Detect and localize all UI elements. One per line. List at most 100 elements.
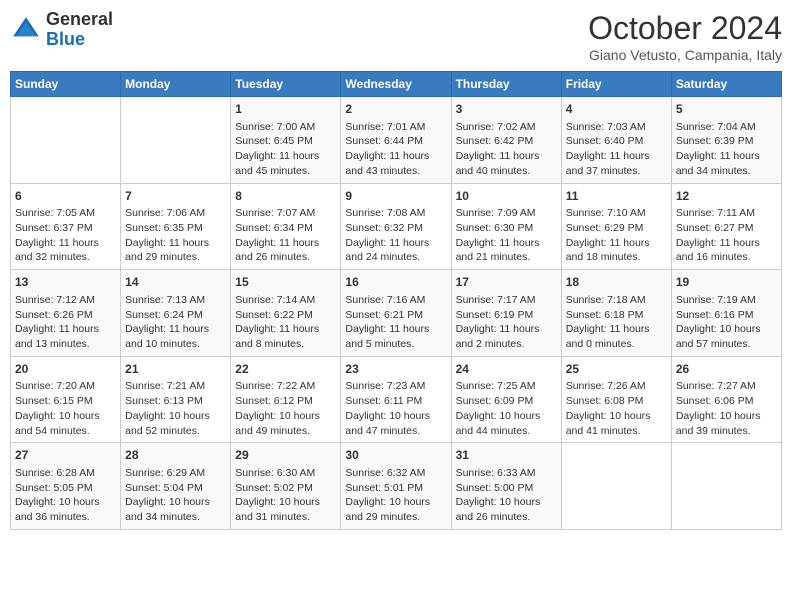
day-info: Daylight: 11 hours and 10 minutes. bbox=[125, 322, 226, 351]
location: Giano Vetusto, Campania, Italy bbox=[588, 47, 782, 63]
day-number: 17 bbox=[456, 274, 557, 291]
day-info: Sunset: 5:00 PM bbox=[456, 481, 557, 496]
day-info: Sunset: 6:13 PM bbox=[125, 394, 226, 409]
calendar-cell: 31Sunrise: 6:33 AMSunset: 5:00 PMDayligh… bbox=[451, 443, 561, 530]
week-row-4: 20Sunrise: 7:20 AMSunset: 6:15 PM Dayligh… bbox=[11, 356, 782, 443]
page-header: General Blue October 2024 Giano Vetusto,… bbox=[10, 10, 782, 63]
day-info: Daylight: 11 hours and 24 minutes. bbox=[345, 236, 446, 265]
day-info: Daylight: 11 hours and 29 minutes. bbox=[125, 236, 226, 265]
day-info: Daylight: 10 hours and 31 minutes. bbox=[235, 495, 336, 524]
day-info: Sunset: 6:42 PM bbox=[456, 134, 557, 149]
day-number: 14 bbox=[125, 274, 226, 291]
day-info: Daylight: 10 hours and 39 minutes. bbox=[676, 409, 777, 438]
day-info: Sunset: 6:45 PM bbox=[235, 134, 336, 149]
calendar-cell: 28Sunrise: 6:29 AMSunset: 5:04 PMDayligh… bbox=[121, 443, 231, 530]
week-row-2: 6Sunrise: 7:05 AMSunset: 6:37 PMDaylight… bbox=[11, 183, 782, 270]
day-number: 30 bbox=[345, 447, 446, 464]
calendar-cell: 9Sunrise: 7:08 AMSunset: 6:32 PMDaylight… bbox=[341, 183, 451, 270]
day-info: Sunset: 6:32 PM bbox=[345, 221, 446, 236]
week-row-3: 13Sunrise: 7:12 AMSunset: 6:26 PMDayligh… bbox=[11, 270, 782, 357]
day-info: Sunrise: 6:33 AM bbox=[456, 466, 557, 481]
day-number: 29 bbox=[235, 447, 336, 464]
day-number: 12 bbox=[676, 188, 777, 205]
day-info: Daylight: 11 hours and 34 minutes. bbox=[676, 149, 777, 178]
calendar-table: SundayMondayTuesdayWednesdayThursdayFrid… bbox=[10, 71, 782, 530]
day-info: Daylight: 10 hours and 34 minutes. bbox=[125, 495, 226, 524]
day-info: Sunrise: 7:27 AM bbox=[676, 379, 777, 394]
day-info: Sunset: 6:16 PM bbox=[676, 308, 777, 323]
day-info: Sunset: 6:37 PM bbox=[15, 221, 116, 236]
day-info: Sunrise: 7:17 AM bbox=[456, 293, 557, 308]
day-number: 13 bbox=[15, 274, 116, 291]
day-info: Sunrise: 7:00 AM bbox=[235, 120, 336, 135]
day-info: Sunset: 6:09 PM bbox=[456, 394, 557, 409]
day-number: 10 bbox=[456, 188, 557, 205]
day-number: 24 bbox=[456, 361, 557, 378]
day-info: Sunrise: 6:30 AM bbox=[235, 466, 336, 481]
calendar-cell: 23Sunrise: 7:23 AMSunset: 6:11 PMDayligh… bbox=[341, 356, 451, 443]
calendar-cell: 24Sunrise: 7:25 AMSunset: 6:09 PMDayligh… bbox=[451, 356, 561, 443]
day-info: Sunrise: 7:02 AM bbox=[456, 120, 557, 135]
day-info: Daylight: 10 hours and 36 minutes. bbox=[15, 495, 116, 524]
day-header-sunday: Sunday bbox=[11, 72, 121, 97]
day-number: 20 bbox=[15, 361, 116, 378]
day-info: Sunrise: 7:25 AM bbox=[456, 379, 557, 394]
day-number: 6 bbox=[15, 188, 116, 205]
day-info: Sunset: 6:12 PM bbox=[235, 394, 336, 409]
day-info: Sunrise: 6:32 AM bbox=[345, 466, 446, 481]
day-info: Sunrise: 7:11 AM bbox=[676, 206, 777, 221]
week-row-5: 27Sunrise: 6:28 AMSunset: 5:05 PMDayligh… bbox=[11, 443, 782, 530]
day-info: Sunset: 5:05 PM bbox=[15, 481, 116, 496]
day-info: Sunset: 6:30 PM bbox=[456, 221, 557, 236]
day-info: Daylight: 11 hours and 8 minutes. bbox=[235, 322, 336, 351]
day-info: Sunset: 6:44 PM bbox=[345, 134, 446, 149]
day-info: Sunrise: 7:13 AM bbox=[125, 293, 226, 308]
day-number: 21 bbox=[125, 361, 226, 378]
day-info: Daylight: 11 hours and 40 minutes. bbox=[456, 149, 557, 178]
day-number: 1 bbox=[235, 101, 336, 118]
calendar-cell: 20Sunrise: 7:20 AMSunset: 6:15 PMDayligh… bbox=[11, 356, 121, 443]
calendar-cell: 30Sunrise: 6:32 AMSunset: 5:01 PMDayligh… bbox=[341, 443, 451, 530]
day-info: Daylight: 10 hours and 26 minutes. bbox=[456, 495, 557, 524]
day-info: Sunset: 6:19 PM bbox=[456, 308, 557, 323]
day-info: Sunset: 6:06 PM bbox=[676, 394, 777, 409]
day-info: Daylight: 10 hours and 41 minutes. bbox=[566, 409, 667, 438]
day-info: Daylight: 11 hours and 5 minutes. bbox=[345, 322, 446, 351]
header-row: SundayMondayTuesdayWednesdayThursdayFrid… bbox=[11, 72, 782, 97]
day-info: Sunset: 6:26 PM bbox=[15, 308, 116, 323]
day-number: 7 bbox=[125, 188, 226, 205]
day-number: 8 bbox=[235, 188, 336, 205]
day-info: Sunrise: 7:18 AM bbox=[566, 293, 667, 308]
day-info: Sunset: 6:11 PM bbox=[345, 394, 446, 409]
day-info: Daylight: 10 hours and 47 minutes. bbox=[345, 409, 446, 438]
day-number: 9 bbox=[345, 188, 446, 205]
day-info: Sunrise: 7:20 AM bbox=[15, 379, 116, 394]
day-info: Sunset: 6:35 PM bbox=[125, 221, 226, 236]
day-info: Daylight: 11 hours and 13 minutes. bbox=[15, 322, 116, 351]
day-number: 27 bbox=[15, 447, 116, 464]
day-info: Daylight: 11 hours and 18 minutes. bbox=[566, 236, 667, 265]
day-header-saturday: Saturday bbox=[671, 72, 781, 97]
day-info: Sunset: 6:15 PM bbox=[15, 394, 116, 409]
calendar-cell: 4Sunrise: 7:03 AMSunset: 6:40 PMDaylight… bbox=[561, 97, 671, 184]
day-number: 23 bbox=[345, 361, 446, 378]
calendar-cell: 13Sunrise: 7:12 AMSunset: 6:26 PMDayligh… bbox=[11, 270, 121, 357]
calendar-cell bbox=[11, 97, 121, 184]
day-number: 19 bbox=[676, 274, 777, 291]
day-info: Daylight: 11 hours and 43 minutes. bbox=[345, 149, 446, 178]
week-row-1: 1 Sunrise: 7:00 AMSunset: 6:45 PM Daylight… bbox=[11, 97, 782, 184]
day-info: Sunset: 6:34 PM bbox=[235, 221, 336, 236]
day-info: Daylight: 11 hours and 26 minutes. bbox=[235, 236, 336, 265]
day-info: Sunrise: 7:06 AM bbox=[125, 206, 226, 221]
calendar-cell: 12Sunrise: 7:11 AMSunset: 6:27 PMDayligh… bbox=[671, 183, 781, 270]
calendar-cell: 3Sunrise: 7:02 AMSunset: 6:42 PMDaylight… bbox=[451, 97, 561, 184]
day-info: Sunset: 5:02 PM bbox=[235, 481, 336, 496]
day-info: Sunrise: 7:26 AM bbox=[566, 379, 667, 394]
calendar-cell: 19Sunrise: 7:19 AMSunset: 6:16 PMDayligh… bbox=[671, 270, 781, 357]
day-number: 5 bbox=[676, 101, 777, 118]
day-info: Sunset: 6:22 PM bbox=[235, 308, 336, 323]
day-info: Sunrise: 7:03 AM bbox=[566, 120, 667, 135]
calendar-cell: 18Sunrise: 7:18 AMSunset: 6:18 PMDayligh… bbox=[561, 270, 671, 357]
day-info: Sunrise: 7:07 AM bbox=[235, 206, 336, 221]
logo-icon bbox=[10, 14, 42, 46]
